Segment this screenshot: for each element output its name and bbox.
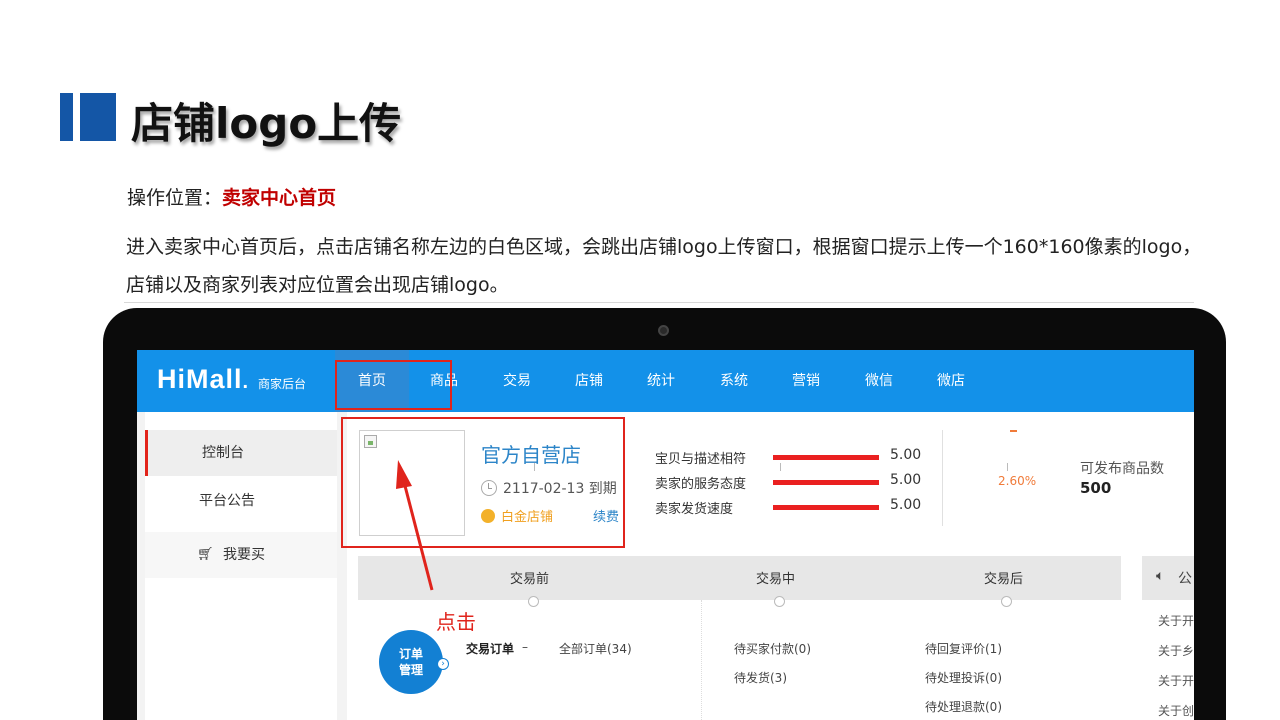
slide: 店铺logo上传 操作位置：卖家中心首页 进入卖家中心首页后，点击店铺名称左边的…	[0, 0, 1280, 720]
arrow-annotation	[396, 460, 434, 591]
click-label: 点击	[436, 610, 476, 634]
